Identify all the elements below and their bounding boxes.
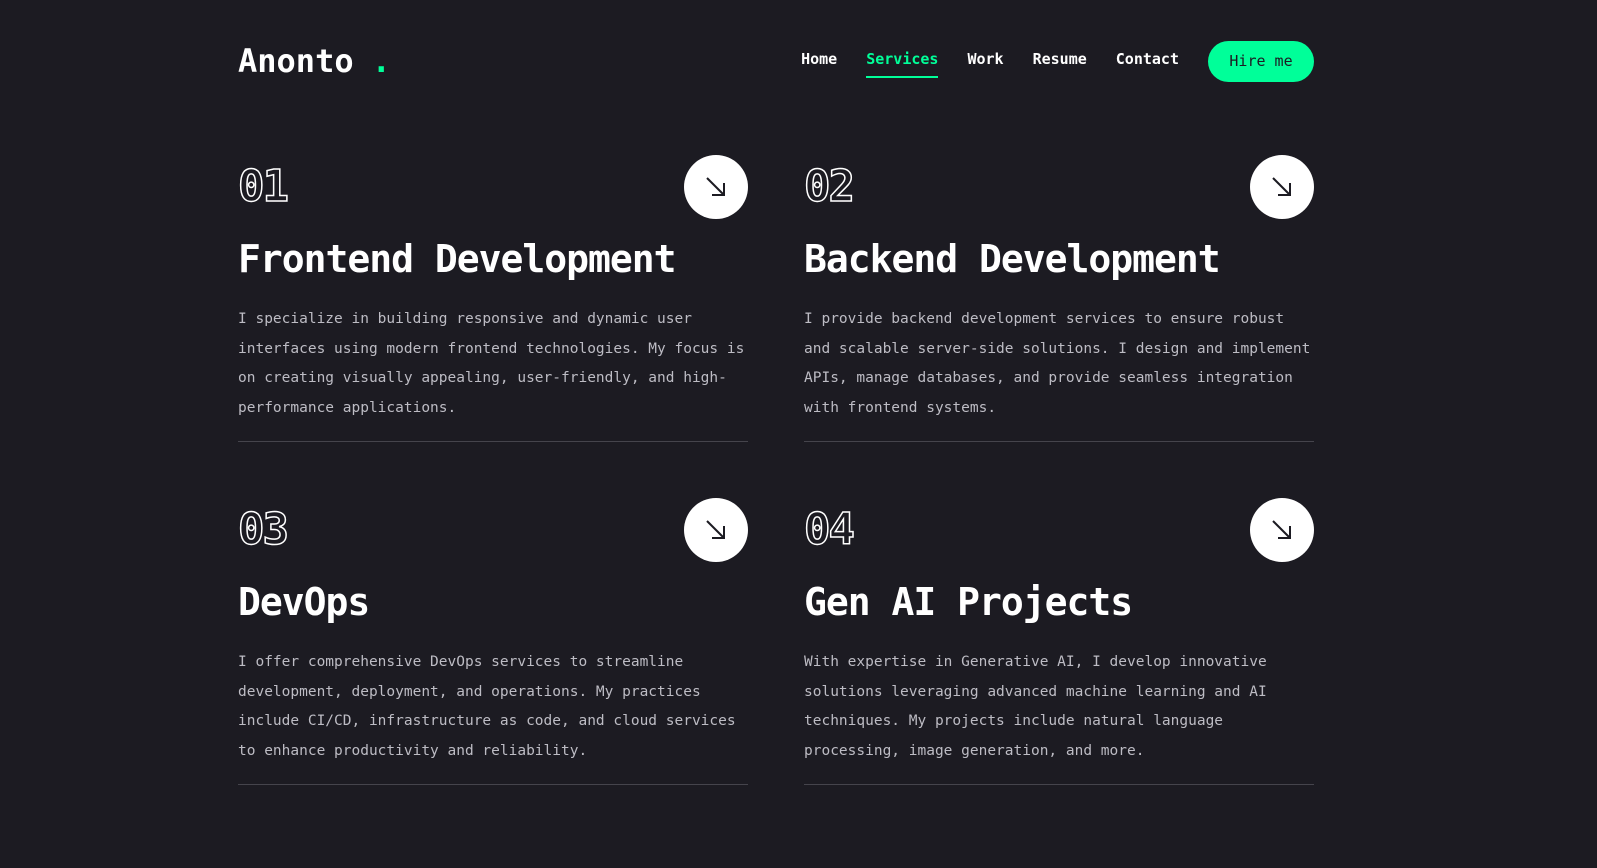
site-header: Anonto . Home Services Work Resume Conta… (238, 40, 1314, 82)
service-title: DevOps (238, 580, 370, 624)
service-number: 04 (803, 503, 855, 556)
arrow-down-right-icon (706, 177, 725, 196)
nav-home[interactable]: Home (801, 50, 837, 72)
service-description: I specialize in building responsive and … (238, 311, 745, 416)
service-link-button[interactable] (684, 498, 748, 562)
service-title: Backend Development (804, 237, 1221, 281)
page: Anonto . Home Services Work Resume Conta… (0, 0, 1597, 868)
main-nav: Home Services Work Resume Contact Hire m… (801, 40, 1314, 82)
service-title: Frontend Development (238, 237, 677, 281)
service-link-button[interactable] (1250, 155, 1314, 219)
nav-contact[interactable]: Contact (1116, 50, 1179, 72)
divider (238, 784, 748, 785)
logo-dot: . (371, 42, 391, 80)
arrow-down-right-icon (1272, 520, 1291, 539)
service-number: 02 (803, 160, 855, 213)
nav-resume[interactable]: Resume (1033, 50, 1087, 72)
divider (804, 784, 1314, 785)
service-link-button[interactable] (1250, 498, 1314, 562)
service-description: I provide backend development services t… (804, 311, 1311, 416)
logo[interactable]: Anonto . (238, 42, 391, 80)
service-description: With expertise in Generative AI, I devel… (804, 654, 1267, 759)
divider (804, 441, 1314, 442)
hire-me-button[interactable]: Hire me (1208, 40, 1314, 82)
service-link-button[interactable] (684, 155, 748, 219)
service-title: Gen AI Projects (804, 580, 1133, 624)
arrow-down-right-icon (1272, 177, 1291, 196)
divider (238, 441, 748, 442)
arrow-down-right-icon (706, 520, 725, 539)
nav-work[interactable]: Work (967, 50, 1003, 72)
service-card: 03 DevOps I offer comprehensive DevOps s… (237, 498, 748, 786)
nav-services[interactable]: Services (866, 50, 939, 78)
service-card: 01 Frontend Development I specialize in … (237, 155, 748, 443)
service-number: 01 (237, 160, 289, 213)
service-card: 02 Backend Development I provide backend… (803, 155, 1314, 443)
logo-text: Anonto (238, 42, 354, 80)
service-card: 04 Gen AI Projects With expertise in Gen… (803, 498, 1314, 786)
service-number: 03 (237, 503, 289, 556)
service-description: I offer comprehensive DevOps services to… (238, 654, 736, 759)
